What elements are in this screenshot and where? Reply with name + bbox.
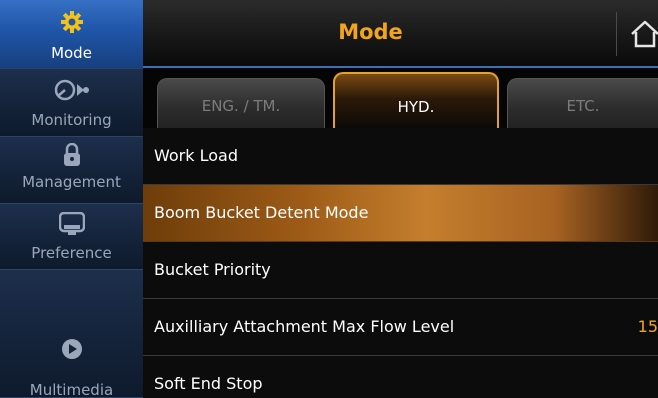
tab-label: ENG. / TM. (201, 97, 281, 115)
sidebar: Mode Monitoring Management Preference Mu… (0, 0, 143, 398)
list-item-work-load[interactable]: Work Load (143, 128, 658, 185)
gear-icon (60, 10, 84, 38)
tab-etc[interactable]: ETC. (507, 78, 658, 128)
list-item-boom-bucket-detent-mode[interactable]: Boom Bucket Detent Mode (143, 185, 658, 242)
list-item-label: Auxilliary Attachment Max Flow Level (154, 317, 455, 336)
sidebar-item-label: Management (22, 173, 121, 191)
sidebar-item-label: Monitoring (31, 111, 112, 129)
header-bar: Mode (143, 0, 658, 68)
tab-label: ETC. (566, 97, 600, 115)
page-title: Mode (338, 20, 403, 44)
list-item-label: Soft End Stop (154, 374, 263, 393)
list-item-soft-end-stop[interactable]: Soft End Stop (143, 356, 658, 398)
sidebar-item-monitoring[interactable]: Monitoring (0, 69, 143, 137)
header-divider (616, 12, 617, 56)
sidebar-item-label: Preference (31, 244, 112, 262)
list-item-label: Bucket Priority (154, 260, 271, 279)
list-item-value: 15 (637, 317, 658, 336)
sidebar-item-label: Multimedia (29, 381, 114, 398)
sidebar-item-management[interactable]: Management (0, 137, 143, 204)
home-button[interactable] (629, 18, 658, 50)
list-item-label: Work Load (154, 146, 238, 165)
sidebar-item-label: Mode (51, 44, 92, 62)
list-item-bucket-priority[interactable]: Bucket Priority (143, 242, 658, 299)
tab-label: HYD. (397, 98, 435, 116)
list-item-label: Boom Bucket Detent Mode (154, 203, 369, 222)
gauge-icon (52, 79, 92, 105)
sidebar-item-multimedia[interactable]: Multimedia (0, 270, 143, 398)
sidebar-item-mode[interactable]: Mode (0, 0, 143, 69)
tab-bar: ENG. / TM. HYD. ETC. (143, 68, 658, 128)
list-item-aux-attachment-max-flow[interactable]: Auxilliary Attachment Max Flow Level 15 (143, 299, 658, 356)
sidebar-item-preference[interactable]: Preference (0, 204, 143, 270)
monitor-icon (58, 211, 85, 240)
tab-hyd[interactable]: HYD. (333, 72, 499, 128)
tab-eng-tm[interactable]: ENG. / TM. (157, 78, 325, 128)
lock-icon (63, 142, 81, 171)
play-icon (61, 338, 83, 364)
settings-list: Work Load Boom Bucket Detent Mode Bucket… (143, 128, 658, 398)
home-icon (629, 20, 658, 54)
